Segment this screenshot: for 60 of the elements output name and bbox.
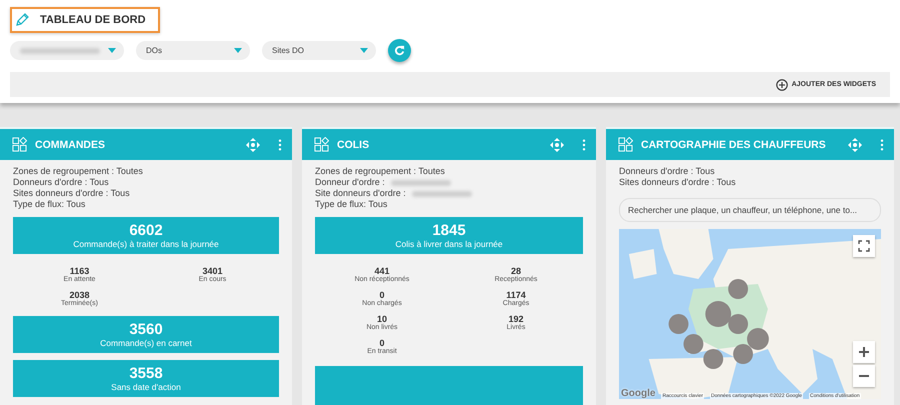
widget-title: COMMANDES [35, 138, 106, 150]
filter-summary: Donneurs d'ordre : Tous [619, 166, 715, 177]
caret-icon [108, 48, 116, 53]
filter-dropdown[interactable] [10, 41, 124, 60]
caret-icon [234, 48, 242, 53]
filter-summary: Type de flux: Tous [13, 199, 86, 210]
kpi-value: 1845 [432, 222, 466, 239]
filter-summary: Sites donneurs d'ordre : Tous [619, 177, 736, 188]
fullscreen-icon [858, 240, 870, 252]
zoom-out-button[interactable] [853, 365, 875, 387]
fullscreen-button[interactable] [853, 235, 875, 257]
kpi-value: 6602 [129, 222, 163, 239]
stat-value: 192 [508, 314, 524, 324]
filter-summary: Sites donneurs d'ordre : Tous [13, 188, 130, 199]
more-icon[interactable] [880, 138, 884, 150]
widget-icon [618, 137, 633, 152]
stat-value: 1163 [70, 266, 90, 276]
stat-value: 10 [376, 314, 387, 324]
kpi-value: 3558 [129, 365, 163, 382]
plus-circle-icon [776, 78, 788, 90]
kpi-label: Colis à livrer dans la journée [395, 239, 503, 249]
stat-value: 441 [374, 266, 390, 276]
blurred-value [390, 180, 451, 186]
widget-icon [12, 137, 27, 152]
refresh-button[interactable] [388, 39, 411, 62]
filter-summary: Zones de regroupement : Toutes [315, 166, 445, 177]
pencil-icon [14, 12, 30, 28]
search-field[interactable]: Rechercher une plaque, un chauffeur, un téléphone, une to... [619, 198, 881, 222]
refresh-icon [394, 45, 405, 56]
blurred-value [412, 190, 472, 196]
filter-summary: Type de flux: Tous [315, 199, 388, 210]
plus-icon [858, 346, 870, 358]
filter-summary: Site donneurs d'ordre : [315, 188, 406, 199]
kpi-label: Commande(s) en carnet [100, 338, 192, 348]
kpi-label: Commande(s) à traiter dans la journée [73, 239, 219, 249]
more-icon[interactable] [582, 138, 586, 150]
kpi-label: Sans date d'action [111, 382, 181, 392]
widget-icon [314, 137, 329, 152]
stat-value: 0 [379, 290, 384, 300]
page-title: TABLEAU DE BORD [40, 14, 146, 26]
kpi-value: 3560 [129, 321, 163, 338]
move-icon[interactable] [848, 138, 862, 152]
widget-title: COLIS [337, 138, 370, 150]
stat-value: 3401 [202, 266, 223, 276]
zoom-in-button[interactable] [853, 341, 875, 363]
filter-summary: Donneur d'ordre : [315, 177, 385, 188]
map-logo: Google [621, 388, 656, 399]
caret-icon [360, 48, 368, 53]
move-icon[interactable] [550, 138, 564, 152]
filter-dropdown[interactable]: Sites DO [262, 41, 376, 60]
filter-dropdown[interactable]: DOs [136, 41, 250, 60]
filter-summary: Zones de regroupement : Toutes [13, 166, 143, 177]
stat-value: 0 [379, 338, 384, 348]
stat-value: 2038 [69, 290, 90, 300]
move-icon[interactable] [246, 138, 260, 152]
stat-value: 28 [510, 266, 521, 276]
stat-value: 1174 [506, 290, 526, 300]
filter-summary: Donneurs d'ordre : Tous [13, 177, 109, 188]
widget-title: CARTOGRAPHIE DES CHAUFFEURS [641, 138, 827, 150]
more-icon[interactable] [278, 138, 282, 150]
